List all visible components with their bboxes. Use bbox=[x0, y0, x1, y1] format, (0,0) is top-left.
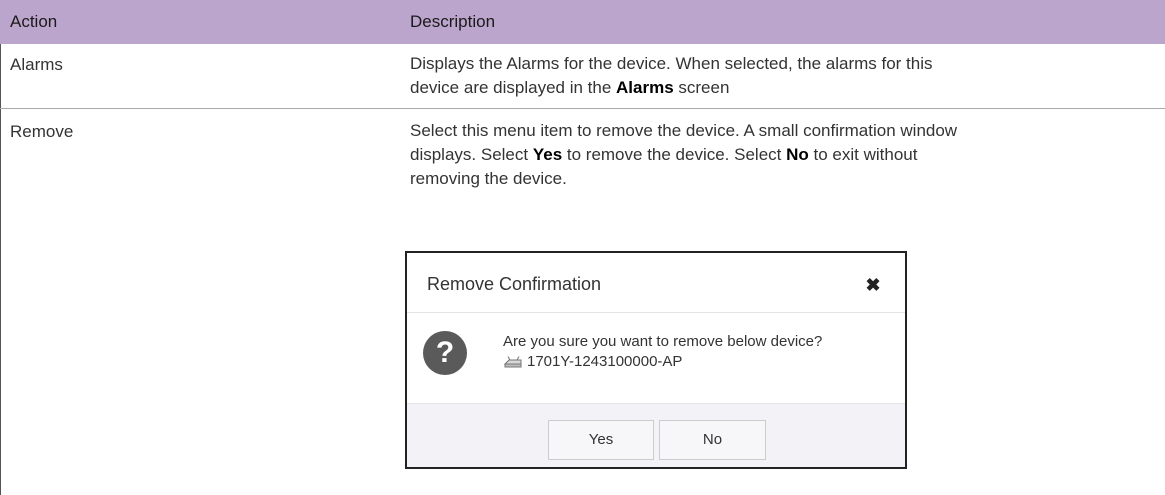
close-icon[interactable]: ✖ bbox=[863, 275, 883, 295]
remove-desc-line3: removing the device. bbox=[410, 169, 567, 188]
row-alarms-action: Alarms bbox=[10, 55, 63, 74]
row-remove-action: Remove bbox=[10, 122, 74, 141]
device-name: 1701Y-1243100000-AP bbox=[527, 353, 683, 370]
remove-desc-text3: to exit without bbox=[808, 145, 918, 164]
alarms-desc-line1: Displays the Alarms for the device. When… bbox=[410, 54, 933, 73]
remove-desc-line1: Select this menu item to remove the devi… bbox=[410, 121, 958, 140]
yes-button[interactable]: Yes bbox=[548, 420, 654, 460]
row-divider bbox=[0, 108, 1165, 109]
dialog-title: Remove Confirmation bbox=[427, 274, 602, 294]
dialog-message: Are you sure you want to remove below de… bbox=[503, 333, 823, 350]
table-left-border bbox=[0, 44, 1, 495]
row-remove-description: Select this menu item to remove the devi… bbox=[410, 119, 1150, 191]
remove-desc-text1: displays. Select bbox=[410, 145, 533, 164]
dialog-divider bbox=[407, 312, 905, 313]
dialog-footer: Yes No bbox=[407, 403, 905, 467]
alarms-screen-bold: Alarms bbox=[616, 78, 674, 97]
header-action: Action bbox=[10, 12, 58, 31]
device-entry: 1701Y-1243100000-AP bbox=[503, 353, 682, 370]
alarms-desc-tail: screen bbox=[673, 78, 730, 97]
no-button[interactable]: No bbox=[659, 420, 766, 460]
header-description: Description bbox=[410, 12, 496, 31]
table-header: Action Description bbox=[0, 0, 1165, 44]
alarms-desc-text: device are displayed in the bbox=[410, 78, 617, 97]
remove-confirmation-dialog: Remove Confirmation ✖ ? Are you sure you… bbox=[405, 251, 907, 469]
access-point-icon bbox=[503, 356, 522, 368]
no-bold: No bbox=[786, 145, 809, 164]
yes-bold: Yes bbox=[532, 145, 563, 164]
question-circle-icon: ? bbox=[423, 331, 467, 375]
remove-desc-text2: to remove the device. Select bbox=[562, 145, 787, 164]
row-alarms-description: Displays the Alarms for the device. When… bbox=[410, 52, 1150, 100]
